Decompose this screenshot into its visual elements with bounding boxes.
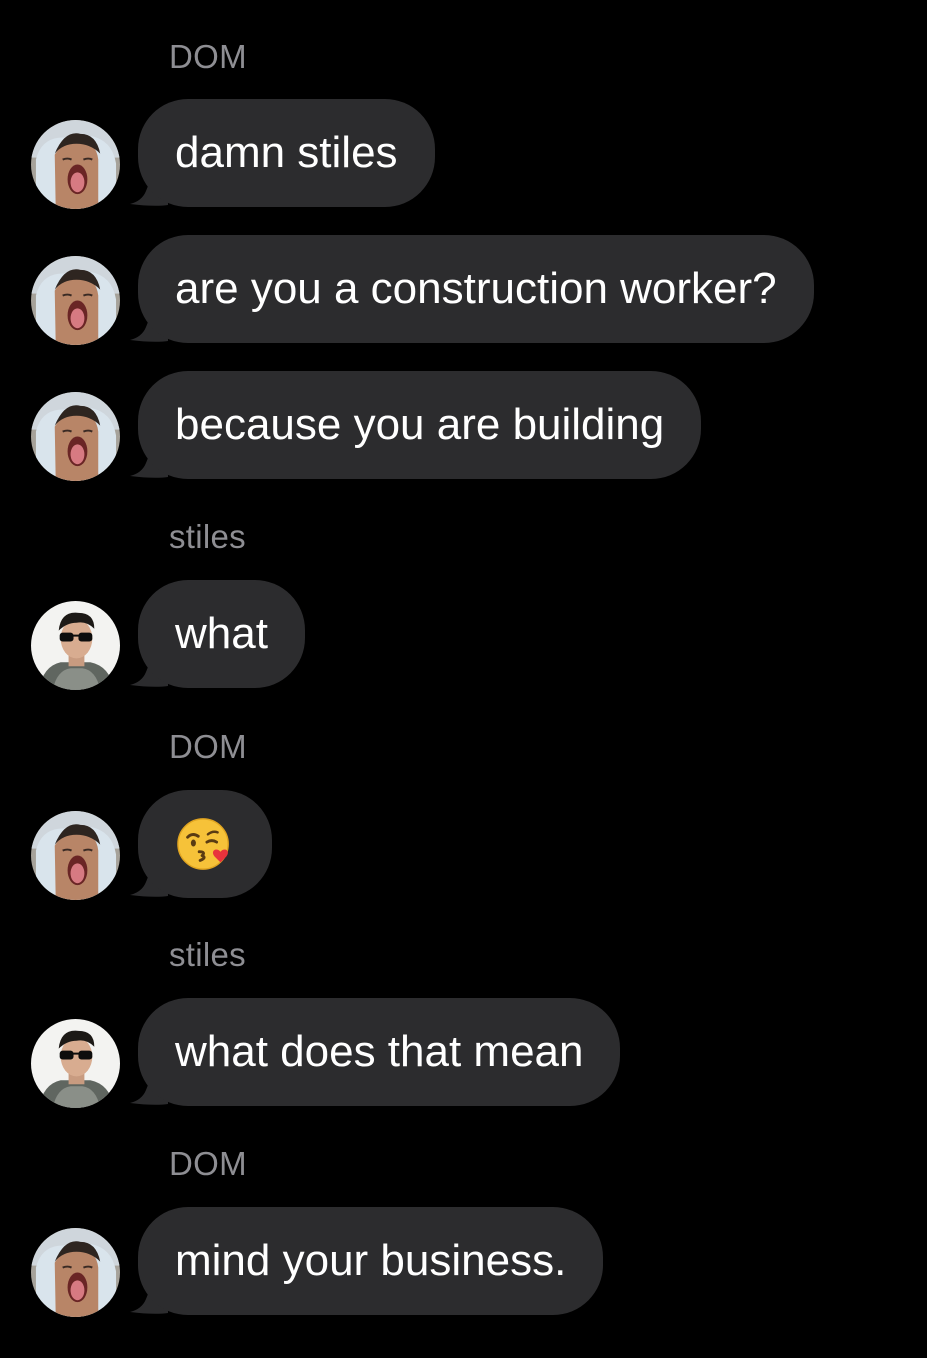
message-bubble[interactable]: are you a construction worker?	[138, 235, 814, 343]
dom-avatar[interactable]	[31, 811, 120, 900]
message-bubble[interactable]: mind your business.	[138, 1207, 604, 1315]
message-bubble[interactable]: what	[138, 580, 305, 688]
stiles-avatar[interactable]	[31, 601, 120, 690]
message-text: mind your business.	[175, 1236, 567, 1285]
dom-avatar-image	[31, 1228, 120, 1317]
message-text: what	[175, 609, 268, 658]
dom-avatar-image	[31, 256, 120, 345]
message-text: are you a construction worker?	[175, 264, 777, 313]
dom-avatar[interactable]	[31, 120, 120, 209]
dom-avatar[interactable]	[31, 1228, 120, 1317]
sender-label-stiles: stiles	[169, 936, 246, 973]
message-text: because you are building	[175, 400, 665, 449]
message-bubble[interactable]: damn stiles	[138, 99, 435, 207]
sender-label-dom: DOM	[169, 1145, 247, 1182]
sender-label-dom: DOM	[169, 38, 247, 75]
message-bubble[interactable]: because you are building	[138, 371, 702, 479]
dom-avatar-image	[31, 392, 120, 481]
kissing-face-blowing-kiss-icon	[177, 818, 229, 870]
dom-avatar-image	[31, 811, 120, 900]
stiles-avatar[interactable]	[31, 1019, 120, 1108]
sender-label-stiles: stiles	[169, 518, 246, 555]
sender-label-dom: DOM	[169, 728, 247, 765]
message-bubble[interactable]	[138, 790, 272, 898]
message-text: damn stiles	[175, 128, 398, 177]
dom-avatar[interactable]	[31, 392, 120, 481]
stiles-avatar-image	[31, 601, 120, 690]
message-text: what does that mean	[175, 1027, 584, 1076]
message-bubble[interactable]: what does that mean	[138, 998, 621, 1106]
dom-avatar-image	[31, 120, 120, 209]
dom-avatar[interactable]	[31, 256, 120, 345]
stiles-avatar-image	[31, 1019, 120, 1108]
